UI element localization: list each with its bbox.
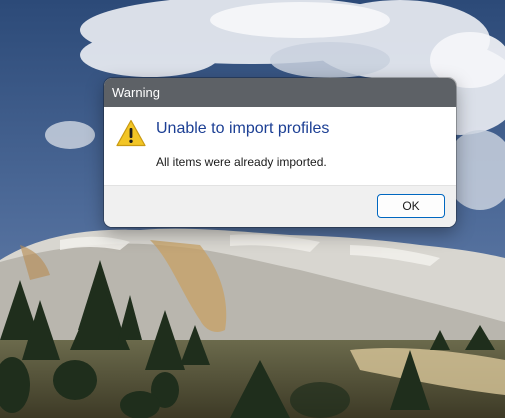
warning-icon — [116, 119, 146, 147]
dialog-heading: Unable to import profiles — [156, 120, 330, 137]
dialog-message: All items were already imported. — [156, 155, 327, 169]
ok-button[interactable]: OK — [377, 194, 445, 218]
dialog-content: Unable to import profiles All items were… — [104, 107, 456, 185]
warning-dialog: Warning Unable to import profiles All it… — [104, 78, 456, 227]
dialog-title: Warning — [112, 85, 160, 100]
dialog-footer: OK — [104, 185, 456, 227]
dialog-titlebar[interactable]: Warning — [104, 78, 456, 107]
